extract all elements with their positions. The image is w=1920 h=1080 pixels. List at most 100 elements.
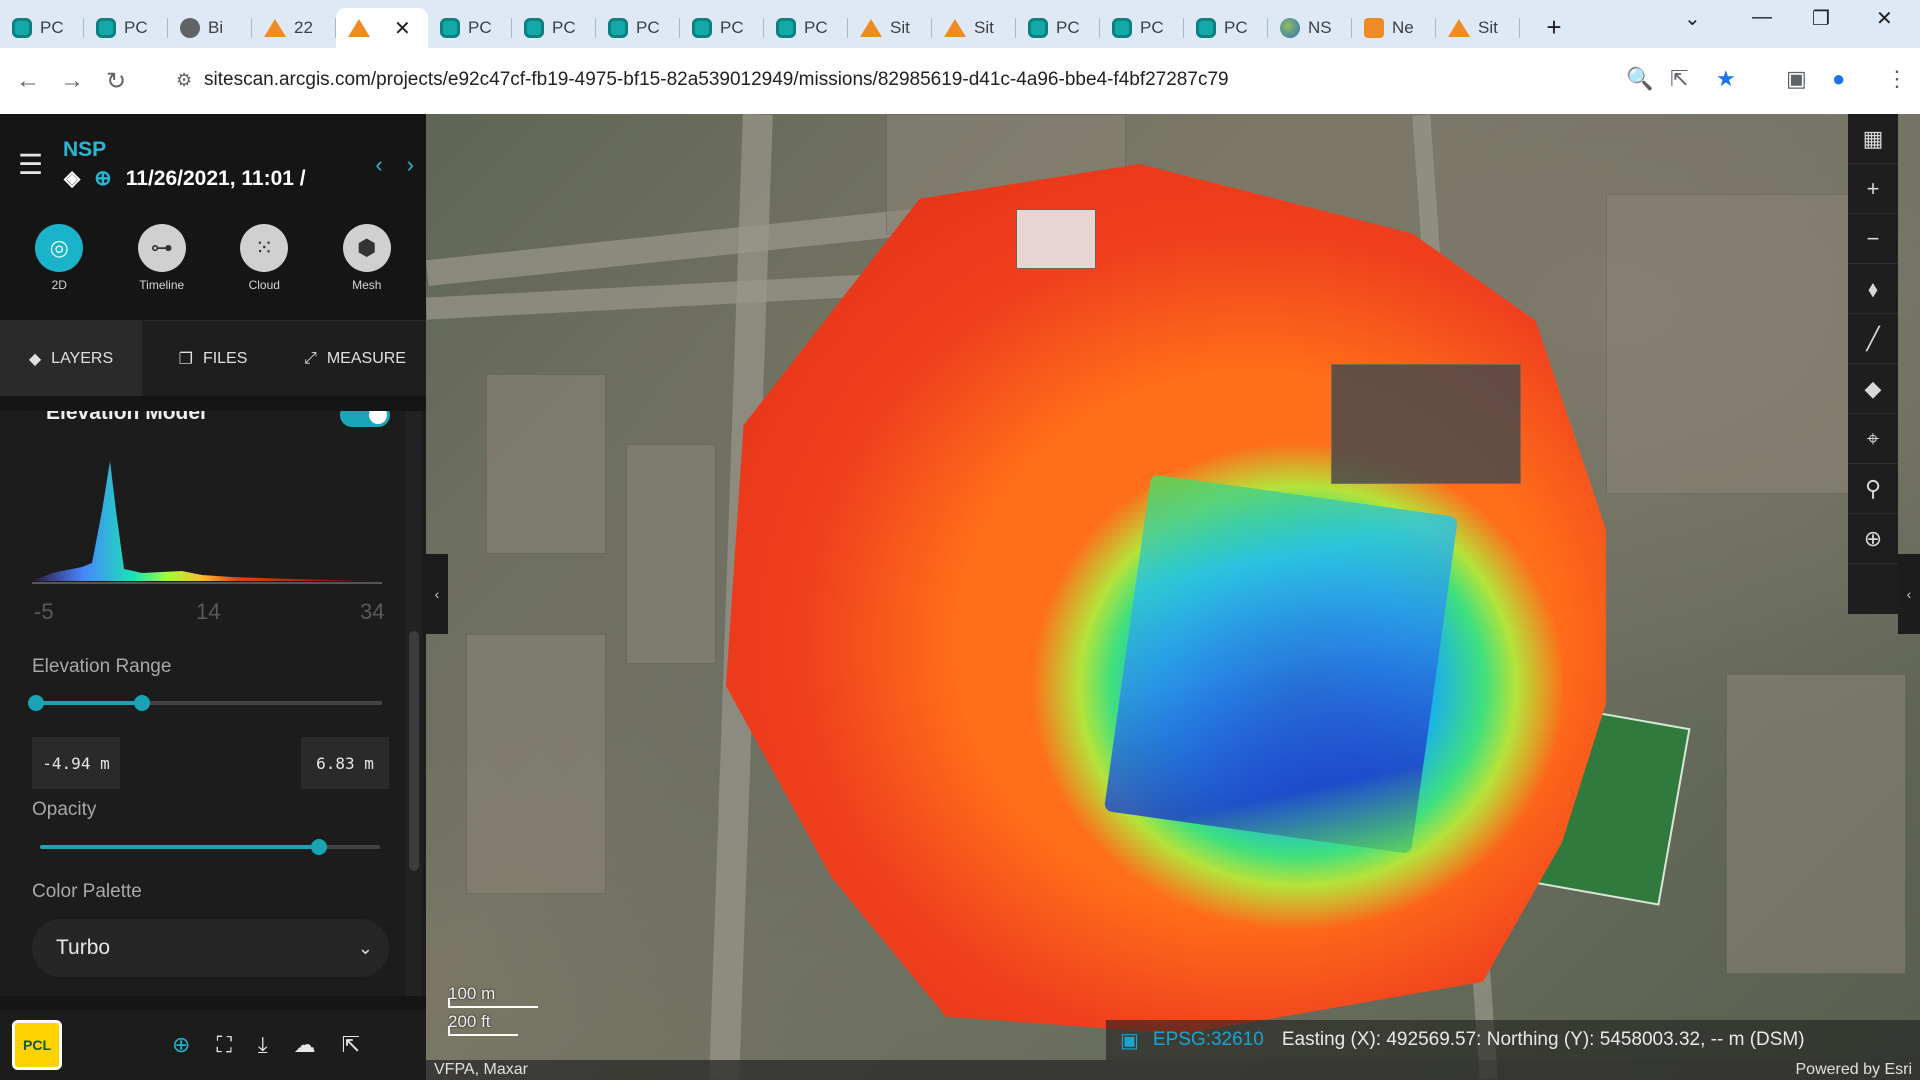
- browser-tab[interactable]: PC: [428, 8, 512, 48]
- browser-tab[interactable]: PC: [1016, 8, 1100, 48]
- close-window-button[interactable]: ✕: [1876, 6, 1893, 31]
- profile-icon[interactable]: ●: [1832, 66, 1845, 92]
- collapse-toolbar-button[interactable]: ‹: [1898, 554, 1920, 634]
- mode-timeline[interactable]: ⊶ Timeline: [117, 224, 207, 320]
- download-icon[interactable]: ⤓: [258, 1032, 268, 1058]
- histogram-min-label: -5: [34, 599, 54, 624]
- project-name[interactable]: NSP: [63, 138, 106, 162]
- zoom-icon[interactable]: 🔍: [1626, 66, 1653, 92]
- measure-line-icon[interactable]: ╱: [1848, 314, 1898, 364]
- new-tab-button[interactable]: +: [1536, 9, 1572, 45]
- restore-button[interactable]: ❐: [1812, 6, 1830, 31]
- forward-button[interactable]: →: [50, 67, 94, 95]
- fingerprint-icon: ◎: [35, 224, 84, 272]
- mission-date-row[interactable]: ◈ ⊕ 11/26/2021, 11:01 /: [64, 166, 306, 191]
- browser-tab[interactable]: PC: [1184, 8, 1268, 48]
- layer-visibility-toggle[interactable]: [340, 411, 390, 427]
- tab-active[interactable]: ✕: [336, 8, 428, 48]
- sidebar-footer: PCL ⊕ ⛶ ⤓ ☁ ⇱: [0, 1010, 426, 1080]
- browser-tab[interactable]: 22: [252, 8, 336, 48]
- tab-files[interactable]: ❐ FILES: [142, 321, 284, 396]
- map-view[interactable]: ‹ ▦ + − ⬧ ╱ ◆ ⌖ ⚲ ⊕ ‹ 100 m 200 ft ▣ EPS…: [426, 114, 1920, 1080]
- browser-tab[interactable]: NS: [1268, 8, 1352, 48]
- close-tab-icon[interactable]: ✕: [394, 16, 411, 41]
- range-min-input[interactable]: -4.94 m: [32, 737, 120, 789]
- orange-favicon-icon: [264, 19, 286, 37]
- panel-scrollbar[interactable]: [406, 411, 422, 996]
- prev-mission-icon[interactable]: ‹: [375, 152, 382, 178]
- teal-favicon-icon: [12, 18, 32, 38]
- tab-label: PC: [804, 18, 828, 37]
- building-roof: [1016, 209, 1096, 269]
- tab-measure[interactable]: ⤢ MEASURE: [284, 321, 426, 396]
- browser-tab[interactable]: PC: [764, 8, 848, 48]
- browser-tab[interactable]: PC: [596, 8, 680, 48]
- sitescan-app: ‹ ▦ + − ⬧ ╱ ◆ ⌖ ⚲ ⊕ ‹ 100 m 200 ft ▣ EPS…: [0, 114, 1920, 1080]
- browser-tab[interactable]: Sit: [1436, 8, 1520, 48]
- mode-2d[interactable]: ◎ 2D: [14, 224, 104, 320]
- browser-tab[interactable]: Bi: [168, 8, 252, 48]
- compass-icon[interactable]: ⬧: [1848, 264, 1898, 314]
- elevation-pin-icon[interactable]: ◆: [1848, 364, 1898, 414]
- basemap-gallery-icon[interactable]: ▦: [1848, 114, 1898, 164]
- browser-tab[interactable]: PC: [0, 8, 84, 48]
- upload-cloud-icon[interactable]: ☁: [294, 1032, 316, 1058]
- bookmark-star-icon[interactable]: ★: [1716, 66, 1736, 92]
- zoom-out-icon[interactable]: −: [1848, 214, 1898, 264]
- building-roof: [1331, 364, 1521, 484]
- add-layer-icon[interactable]: ⊕: [172, 1032, 190, 1058]
- mode-cloud[interactable]: ⁙ Cloud: [219, 224, 309, 320]
- reload-button[interactable]: ↻: [94, 67, 138, 96]
- map-attribution: VFPA, Maxar Powered by Esri: [426, 1060, 1920, 1080]
- share-icon[interactable]: ⇱: [1670, 66, 1688, 92]
- tab-label: PC: [552, 18, 576, 37]
- range-min-handle[interactable]: [28, 695, 44, 711]
- locate-me-icon[interactable]: ⊕: [1848, 514, 1898, 564]
- menu-kebab-icon[interactable]: ⋮: [1886, 66, 1908, 92]
- excavation-pit: [1103, 474, 1459, 854]
- sidebar: ☰ NSP ◈ ⊕ 11/26/2021, 11:01 / ‹ › ◎ 2D ⊶ Ti…: [0, 114, 426, 1080]
- scroll-thumb[interactable]: [409, 631, 419, 871]
- browser-tab[interactable]: PC: [84, 8, 168, 48]
- export-icon[interactable]: ⇱: [342, 1032, 360, 1058]
- tab-label: MEASURE: [326, 349, 406, 367]
- browser-tab-bar: PC PC Bi 22 ✕ PC PC PC PC PC Sit Sit PC PC PC NS Ne Sit +…: [0, 0, 1920, 48]
- location-pin-icon[interactable]: ⌖: [1848, 414, 1898, 464]
- tab-label: PC: [468, 18, 492, 37]
- hamburger-menu-icon[interactable]: ☰: [18, 148, 43, 181]
- site-info-icon[interactable]: ⚙: [176, 70, 192, 91]
- minimize-button[interactable]: —: [1752, 6, 1772, 29]
- browser-tab[interactable]: Ne: [1352, 8, 1436, 48]
- epsg-link[interactable]: EPSG:32610: [1153, 1029, 1264, 1051]
- browser-tab[interactable]: Sit: [932, 8, 1016, 48]
- attribution-powered[interactable]: Powered by Esri: [1796, 1061, 1913, 1079]
- tab-search-icon[interactable]: ⌄: [1684, 6, 1701, 31]
- marker-icon[interactable]: ⚲: [1848, 464, 1898, 514]
- color-palette-label: Color Palette: [32, 881, 142, 902]
- mode-mesh[interactable]: ⬢ Mesh: [322, 224, 412, 320]
- range-max-input[interactable]: 6.83 m: [301, 737, 389, 789]
- teal-favicon-icon: [440, 18, 460, 38]
- browser-tab[interactable]: PC: [1100, 8, 1184, 48]
- range-max-handle[interactable]: [134, 695, 150, 711]
- view-modes: ◎ 2D ⊶ Timeline ⁙ Cloud ⬢ Mesh: [0, 214, 426, 320]
- opacity-handle[interactable]: [311, 839, 327, 855]
- url-field[interactable]: sitescan.arcgis.com/projects/e92c47cf-fb…: [160, 57, 1680, 103]
- color-palette-select[interactable]: Turbo ⌄: [32, 919, 389, 977]
- map-toolbar: ▦ + − ⬧ ╱ ◆ ⌖ ⚲ ⊕: [1848, 114, 1898, 614]
- sidepanel-icon[interactable]: ▣: [1786, 66, 1807, 92]
- browser-tab[interactable]: PC: [680, 8, 764, 48]
- tab-layers[interactable]: ◆ LAYERS: [0, 321, 142, 396]
- zoom-in-icon[interactable]: +: [1848, 164, 1898, 214]
- browser-tab[interactable]: Sit: [848, 8, 932, 48]
- collapse-sidebar-button[interactable]: ‹: [426, 554, 448, 634]
- orange-favicon-icon: [1448, 19, 1470, 37]
- expand-chevron-icon[interactable]: ⌃: [24, 411, 36, 422]
- crop-icon[interactable]: ⛶: [216, 1032, 231, 1058]
- histogram-max-label: 34: [360, 599, 385, 624]
- back-button[interactable]: ←: [6, 67, 50, 95]
- browser-tab[interactable]: PC: [512, 8, 596, 48]
- teal-favicon-icon: [692, 18, 712, 38]
- next-mission-icon[interactable]: ›: [407, 152, 414, 178]
- tab-label: LAYERS: [51, 349, 114, 367]
